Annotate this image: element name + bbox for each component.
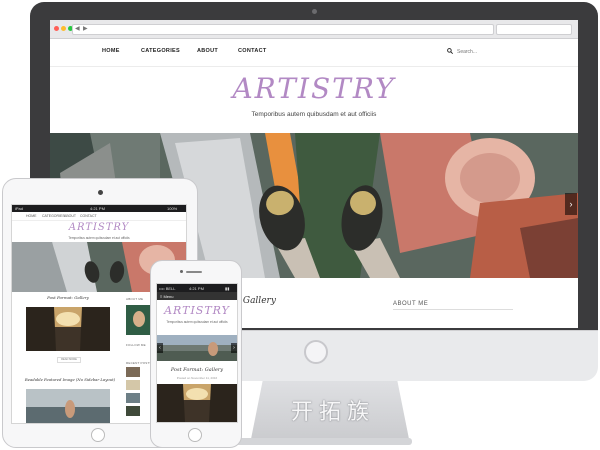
tablet-nav-contact[interactable]: CONTACT [80, 214, 97, 218]
phone-battery: ▮▮ [225, 285, 230, 291]
site-tagline: Temporibus autem quibusdam et aut offici… [251, 111, 377, 118]
tablet-nav-about[interactable]: ABOUT [64, 214, 76, 218]
phone-slider-next[interactable]: › [231, 343, 237, 353]
phone-menu-bar[interactable]: ≡ Menu [157, 292, 237, 300]
phone-home-button [188, 428, 202, 442]
phone-camera [180, 270, 183, 273]
tablet-read-more[interactable]: READ MORE [57, 357, 81, 363]
minimize-dot[interactable] [61, 26, 66, 31]
imac-stand-base [236, 438, 412, 445]
tablet-landscape-photo [26, 389, 110, 423]
phone-status-bar: •••• BELL 4:21 PM ▮▮ [157, 284, 237, 292]
phone-carrier: •••• BELL [159, 285, 176, 291]
phone-post-title[interactable]: Post Format: Gallery [157, 367, 237, 373]
chevron-right-icon: › [233, 345, 235, 351]
site-navigation: HOME CATEGORIES ABOUT CONTACT Search... [50, 38, 578, 67]
tablet-battery: 100% [167, 206, 178, 211]
tablet-recent-thumb-1[interactable] [126, 367, 140, 377]
tablet-tagline: Temporibus autem quibusdam et aut offici… [68, 236, 130, 240]
back-icon[interactable]: ◀ [75, 25, 80, 32]
phone-site-title[interactable]: ARTISTRY [157, 304, 237, 317]
search-input[interactable]: Search... [457, 49, 477, 55]
site-title[interactable]: ARTISTRY [50, 72, 578, 105]
tablet-nav-home[interactable]: HOME [26, 214, 37, 218]
tablet-navigation: HOME CATEGORIES ABOUT CONTACT [12, 212, 186, 221]
chevron-right-icon: › [569, 199, 573, 209]
tablet-post-image-2 [26, 389, 110, 423]
tablet-recent-thumb-4[interactable] [126, 406, 140, 416]
browser-toolbar: ◀ ▶ [50, 20, 578, 39]
search-icon[interactable] [447, 48, 453, 54]
tablet-post-title[interactable]: Post Format: Gallery [12, 295, 124, 300]
phone-slider-prev[interactable]: ‹ [157, 343, 163, 353]
tablet-street-photo [26, 307, 110, 351]
tablet-site-title[interactable]: ARTISTRY [12, 222, 186, 233]
tablet-carrier: iPad [15, 206, 24, 211]
sidebar-heading: ABOUT ME [393, 301, 429, 307]
forward-icon[interactable]: ▶ [83, 25, 88, 32]
tablet-sidebar-follow: FOLLOW ME [126, 343, 146, 347]
tablet-status-bar: iPad 4:21 PM 100% [12, 205, 186, 212]
browser-search-field[interactable] [496, 24, 572, 35]
imac-camera [312, 9, 317, 14]
tablet-sidebar-recent: RECENT POSTS [126, 361, 152, 365]
nav-contact[interactable]: CONTACT [238, 48, 267, 54]
close-dot[interactable] [54, 26, 59, 31]
tablet-nav-categories[interactable]: CATEGORIES [42, 214, 65, 218]
tablet-recent-thumb-2[interactable] [126, 380, 140, 390]
tablet-post-image [26, 307, 110, 351]
phone-post-meta: Posted on November 11, 2016 [176, 376, 218, 380]
tablet-about-image [126, 305, 152, 335]
phone-hero-image [157, 335, 237, 361]
chevron-left-icon: ‹ [159, 345, 161, 351]
phone-time: 4:21 PM [189, 285, 204, 291]
tablet-about-photo [126, 305, 152, 335]
watermark-text: 开拓族 [290, 400, 375, 425]
nav-categories[interactable]: CATEGORIES [141, 48, 180, 54]
tablet-recent-thumb-3[interactable] [126, 393, 140, 403]
tablet-camera [98, 190, 103, 195]
phone-post-image [157, 384, 237, 422]
phone-speaker [186, 271, 202, 273]
nav-about[interactable]: ABOUT [197, 48, 218, 54]
tablet-home-button [91, 428, 105, 442]
phone-screen: •••• BELL 4:21 PM ▮▮ ≡ Menu ARTISTRY Tem… [156, 283, 238, 423]
phone-tagline: Temporibus autem quibusdam et aut offici… [166, 320, 228, 324]
tablet-sidebar-about: ABOUT ME [126, 297, 144, 301]
divider [393, 309, 513, 310]
slider-next-button[interactable]: › [565, 193, 577, 215]
address-bar[interactable] [72, 24, 494, 35]
imac-logo-button [304, 340, 328, 364]
phone-hero-photo [157, 335, 237, 361]
menu-icon[interactable]: ≡ Menu [160, 294, 173, 299]
tablet-time: 4:21 PM [90, 206, 105, 211]
tablet-post-title-2[interactable]: Readable Featured Image (No Sidebar Layo… [14, 377, 126, 382]
nav-home[interactable]: HOME [102, 48, 120, 54]
phone-street-photo [157, 384, 237, 422]
